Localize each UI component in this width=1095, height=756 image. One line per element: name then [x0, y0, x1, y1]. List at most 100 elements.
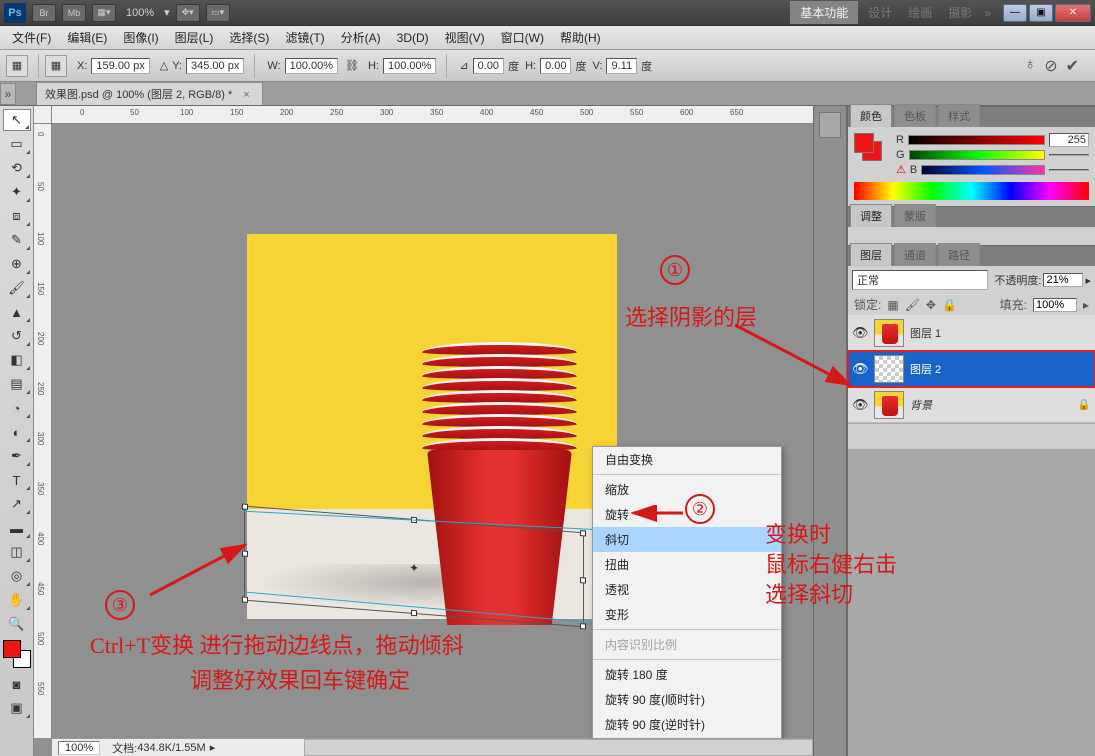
b-value[interactable]: [1049, 169, 1089, 171]
hand-tool[interactable]: ✋: [3, 589, 31, 611]
history-brush-tool[interactable]: ↺: [3, 325, 31, 347]
layer-row-bg[interactable]: 👁 背景 🔒: [848, 387, 1095, 423]
layer-row-2[interactable]: 👁 图层 2: [848, 351, 1095, 387]
lock-move-icon[interactable]: ✥: [926, 298, 936, 312]
layer-row-1[interactable]: 👁 图层 1: [848, 315, 1095, 351]
menu-layer[interactable]: 图层(L): [167, 26, 222, 49]
layer-name-1[interactable]: 图层 1: [910, 325, 941, 341]
screen-mode-icon[interactable]: ▭▾: [206, 4, 230, 22]
workspace-design[interactable]: 设计: [860, 1, 900, 24]
menu-view[interactable]: 视图(V): [437, 26, 493, 49]
color-spectrum[interactable]: [854, 182, 1089, 200]
lasso-tool[interactable]: ⟲: [3, 157, 31, 179]
layer-name-bg[interactable]: 背景: [910, 397, 932, 413]
path-tool[interactable]: ↗: [3, 493, 31, 515]
minibridge-icon[interactable]: Mb: [62, 4, 86, 22]
cancel-transform-icon[interactable]: ⊘: [1044, 56, 1057, 76]
dodge-tool[interactable]: ◐: [3, 421, 31, 443]
ctx-warp[interactable]: 变形: [593, 602, 781, 627]
ctx-perspective[interactable]: 透视: [593, 577, 781, 602]
menu-image[interactable]: 图像(I): [115, 26, 166, 49]
eyedropper-tool[interactable]: ✎: [3, 229, 31, 251]
r-value[interactable]: 255: [1049, 133, 1089, 147]
ctx-rotate180[interactable]: 旋转 180 度: [593, 662, 781, 687]
opacity-caret-icon[interactable]: ▸: [1085, 274, 1091, 287]
titlebar-zoom[interactable]: 100%: [126, 7, 154, 19]
tab-channels[interactable]: 通道: [894, 243, 936, 266]
ctx-rotate-cw[interactable]: 旋转 90 度(顺时针): [593, 687, 781, 712]
tab-swatches[interactable]: 色板: [894, 104, 936, 127]
canvas[interactable]: ✦ 自由变换 缩放 旋转 斜切 扭曲 透视 变形 内容识别比例 旋转 180 度…: [52, 124, 795, 738]
workspace-photo[interactable]: 摄影: [940, 1, 980, 24]
workspace-button[interactable]: 基本功能: [790, 1, 858, 24]
tab-paths[interactable]: 路径: [938, 243, 980, 266]
r-slider[interactable]: [908, 135, 1045, 145]
ctx-free-transform[interactable]: 自由变换: [593, 447, 781, 472]
document-tab[interactable]: 效果图.psd @ 100% (图层 2, RGB/8) * ×: [36, 82, 263, 105]
w-field[interactable]: 100.00%: [285, 58, 338, 74]
zoom-caret-icon[interactable]: ▾: [164, 6, 170, 19]
screenmode-tool[interactable]: ▣: [3, 697, 31, 719]
reference-point-icon[interactable]: ▦: [45, 55, 67, 77]
stamp-tool[interactable]: ▲: [3, 301, 31, 323]
tab-layers[interactable]: 图层: [850, 243, 892, 266]
layer-thumb-2[interactable]: [874, 355, 904, 383]
b-slider[interactable]: [921, 165, 1045, 175]
menu-file[interactable]: 文件(F): [4, 26, 59, 49]
layer-thumb-1[interactable]: [874, 319, 904, 347]
horizontal-scrollbar[interactable]: [304, 739, 813, 756]
ctx-distort[interactable]: 扭曲: [593, 552, 781, 577]
lock-all-icon[interactable]: 🔒: [942, 298, 957, 312]
move-tool[interactable]: ↖: [3, 109, 31, 131]
brush-tool[interactable]: 🖌: [3, 277, 31, 299]
h-field[interactable]: 100.00%: [383, 58, 436, 74]
minimize-button[interactable]: —: [1003, 4, 1027, 22]
hand-tool-shortcut-icon[interactable]: ✥▾: [176, 4, 200, 22]
menu-filter[interactable]: 滤镜(T): [277, 26, 332, 49]
close-button[interactable]: ✕: [1055, 4, 1091, 22]
layer-name-2[interactable]: 图层 2: [910, 361, 941, 377]
tab-color[interactable]: 颜色: [850, 104, 892, 127]
current-tool-icon[interactable]: ▦: [6, 55, 28, 77]
menu-window[interactable]: 窗口(W): [493, 26, 552, 49]
lock-pixels-icon[interactable]: ▦: [887, 298, 898, 312]
pen-tool[interactable]: ✒: [3, 445, 31, 467]
panel-collapse-icon[interactable]: »: [0, 83, 16, 105]
ctx-rotate-ccw[interactable]: 旋转 90 度(逆时针): [593, 712, 781, 737]
type-tool[interactable]: T: [3, 469, 31, 491]
crop-tool[interactable]: ⧈: [3, 205, 31, 227]
bridge-icon[interactable]: Br: [32, 4, 56, 22]
maximize-button[interactable]: ▣: [1029, 4, 1053, 22]
healing-tool[interactable]: ⊕: [3, 253, 31, 275]
color-swatch-pair[interactable]: [854, 133, 882, 161]
ctx-rotate[interactable]: 旋转: [593, 502, 781, 527]
workspace-paint[interactable]: 绘画: [900, 1, 940, 24]
3d-camera-tool[interactable]: ◎: [3, 565, 31, 587]
workspace-more-icon[interactable]: »: [980, 6, 995, 20]
fill-field[interactable]: [1033, 298, 1077, 312]
arrange-icon[interactable]: ▦▾: [92, 4, 116, 22]
menu-select[interactable]: 选择(S): [221, 26, 277, 49]
marquee-tool[interactable]: ▭: [3, 133, 31, 155]
visibility-icon[interactable]: 👁: [852, 361, 868, 377]
layer-thumb-bg[interactable]: [874, 391, 904, 419]
blend-mode-select[interactable]: 正常: [852, 270, 988, 290]
blur-tool[interactable]: ◔: [3, 397, 31, 419]
shear-h-field[interactable]: 0.00: [540, 58, 571, 74]
commit-transform-icon[interactable]: ✔: [1066, 56, 1079, 76]
shape-tool[interactable]: ▬: [3, 517, 31, 539]
warp-mode-icon[interactable]: ♁: [1024, 56, 1036, 76]
gradient-tool[interactable]: ▤: [3, 373, 31, 395]
ctx-skew[interactable]: 斜切: [593, 527, 781, 552]
eraser-tool[interactable]: ◧: [3, 349, 31, 371]
tab-close-icon[interactable]: ×: [243, 89, 249, 101]
fill-caret-icon[interactable]: ▸: [1083, 298, 1089, 312]
visibility-icon[interactable]: 👁: [852, 397, 868, 413]
opacity-field[interactable]: [1043, 273, 1083, 287]
color-swatch[interactable]: [3, 640, 31, 668]
menu-help[interactable]: 帮助(H): [552, 26, 609, 49]
angle-field[interactable]: 0.00: [473, 58, 504, 74]
tab-adjust[interactable]: 调整: [850, 204, 892, 227]
visibility-icon[interactable]: 👁: [852, 325, 868, 341]
quickmask-icon[interactable]: ◙: [3, 673, 31, 695]
